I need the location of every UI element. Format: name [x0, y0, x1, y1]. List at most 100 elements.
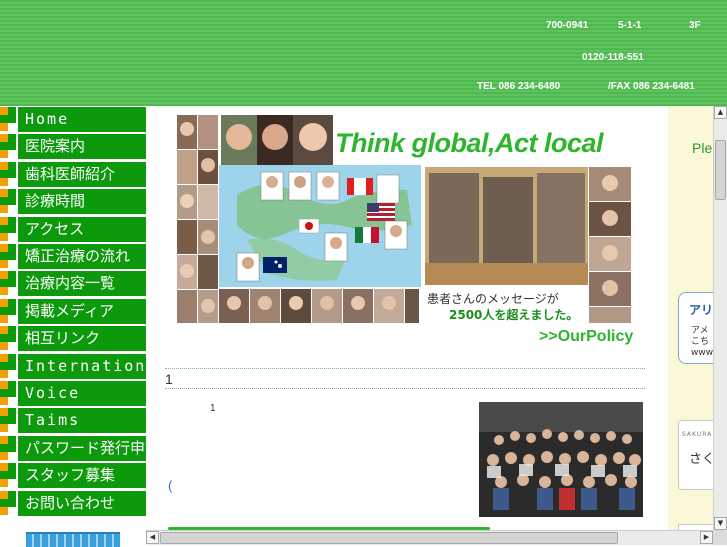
scroll-down-button[interactable]: ▼: [714, 517, 727, 530]
postal-code: 700-0941: [546, 20, 589, 31]
vertical-scroll-thumb[interactable]: [715, 140, 726, 200]
nav-bullet-icon: [0, 408, 18, 434]
right-banner-card[interactable]: アリ アメ こち www: [678, 292, 713, 364]
nav-bullet-square: [8, 334, 16, 343]
nav-bullet-square: [0, 189, 8, 198]
staff-group-photo: [479, 402, 643, 517]
nav-bullet-square: [0, 115, 8, 123]
nav-bullet-square: [0, 443, 8, 452]
nav-bullet-square: [0, 353, 8, 362]
nav-item-0[interactable]: Home: [0, 107, 146, 134]
nav-bullet-square: [8, 490, 16, 499]
nav-item-7[interactable]: 掲載メディア: [0, 298, 146, 326]
nav-item-8[interactable]: 相互リンク: [0, 326, 146, 354]
nav-bullet-square: [8, 142, 16, 151]
sakura-text: さく: [689, 452, 713, 467]
nav-bullet-square: [0, 361, 8, 370]
nav-bullet-icon: [0, 463, 18, 489]
nav-bullet-square: [0, 107, 8, 115]
address-number: 5-1-1: [618, 20, 642, 31]
nav-item-14[interactable]: お問い合わせ: [0, 490, 146, 518]
nav-bullet-square: [0, 177, 8, 186]
nav-bullet-square: [0, 463, 8, 472]
nav-bullet-square: [0, 326, 8, 335]
scroll-right-button[interactable]: ▶: [700, 531, 713, 544]
nav-bullet-square: [8, 353, 16, 362]
nav-item-6[interactable]: 治療内容一覧: [0, 271, 146, 299]
nav-bullet-square: [8, 443, 16, 452]
content-paren: (: [168, 478, 173, 493]
scroll-up-button[interactable]: ▲: [714, 106, 727, 119]
nav-item-5[interactable]: 矯正治療の流れ: [0, 244, 146, 271]
nav-bullet-square: [0, 279, 8, 288]
fax-number: /FAX 086 234-6481: [608, 81, 695, 92]
nav-item-label: アクセス: [25, 219, 85, 238]
nav-item-13[interactable]: スタッフ募集: [0, 463, 146, 491]
portrait-row: [221, 115, 333, 165]
main-content: Think global,Act local 患者さんのメッセージが 2500人…: [146, 106, 668, 530]
message-count-line2: 2500人を超えました。: [449, 308, 579, 322]
nav-bullet-square: [0, 161, 8, 170]
nav-bullet-square: [0, 287, 8, 296]
nav-bullet-square: [8, 271, 16, 280]
nav-bullet-icon: [0, 353, 18, 379]
nav-item-9[interactable]: International: [0, 353, 166, 381]
nav-bullet-square: [0, 314, 8, 323]
section-divider-bottom: [165, 388, 645, 389]
message-count-line1: 患者さんのメッセージが: [427, 292, 559, 306]
horizontal-scroll-thumb[interactable]: [160, 532, 618, 544]
nav-bullet-square: [0, 232, 8, 241]
nav-bullet-square: [0, 490, 8, 499]
nav-bullet-square: [0, 252, 8, 260]
nav-bullet-square: [0, 216, 8, 225]
nav-bullet-icon: [0, 381, 18, 406]
section-divider-top: [165, 368, 645, 369]
nav-bullet-icon: [0, 298, 18, 324]
vertical-scrollbar[interactable]: ▲ ▼: [713, 106, 727, 530]
nav-bullet-square: [0, 334, 8, 343]
nav-bullet-icon: [0, 244, 18, 269]
nav-bullet-square: [8, 252, 16, 260]
nav-item-11[interactable]: Taims: [0, 408, 146, 436]
horizontal-scrollbar[interactable]: ◀ ▶: [146, 530, 713, 545]
nav-item-label: 歯科医師紹介: [25, 164, 116, 183]
nav-bullet-square: [8, 471, 16, 480]
patient-photos-left: [177, 115, 218, 323]
nav-bullet-icon: [0, 189, 18, 215]
scroll-left-button[interactable]: ◀: [146, 531, 159, 544]
nav-item-4[interactable]: アクセス: [0, 216, 146, 244]
freedial-number: 0120-118-551: [582, 52, 644, 63]
nav-bullet-square: [8, 169, 16, 178]
nav-item-3[interactable]: 診療時間: [0, 189, 146, 217]
nav-item-label: パスワード発行申請: [25, 438, 161, 457]
nav-item-label: Home: [25, 110, 70, 128]
nav-bullet-square: [8, 197, 16, 206]
nav-bullet-square: [0, 197, 8, 206]
section-number: 1: [165, 371, 173, 387]
nav-bullet-square: [0, 271, 8, 280]
nav-bullet-square: [8, 408, 16, 417]
nav-item-label: スタッフ募集: [25, 466, 116, 485]
nav-bullet-square: [8, 381, 16, 389]
nav-bullet-icon: [0, 326, 18, 352]
nav-item-12[interactable]: パスワード発行申請: [0, 435, 160, 463]
card-line-4: www: [691, 348, 713, 358]
nav-bullet-square: [0, 298, 8, 307]
nav-item-2[interactable]: 歯科医師紹介: [0, 161, 146, 189]
nav-bullet-square: [0, 142, 8, 151]
nav-bullet-square: [0, 389, 8, 397]
nav-item-10[interactable]: Voice: [0, 381, 146, 408]
nav-bullet-square: [8, 115, 16, 123]
nav-item-label: お問い合わせ: [25, 493, 116, 512]
nav-bullet-square: [8, 498, 16, 507]
nav-item-1[interactable]: 医院案内: [0, 134, 146, 162]
nav-bullet-square: [8, 306, 16, 315]
nav-bullet-icon: [0, 161, 18, 187]
our-policy-link[interactable]: >>OurPolicy: [539, 328, 633, 346]
nav-bullet-square: [0, 435, 8, 444]
nav-bullet-square: [0, 506, 8, 515]
sakura-banner-card[interactable]: SAKURA さく: [678, 420, 713, 490]
nav-bullet-icon: [0, 134, 18, 160]
nav-bullet-square: [0, 369, 8, 378]
address-floor: 3F: [689, 20, 701, 31]
